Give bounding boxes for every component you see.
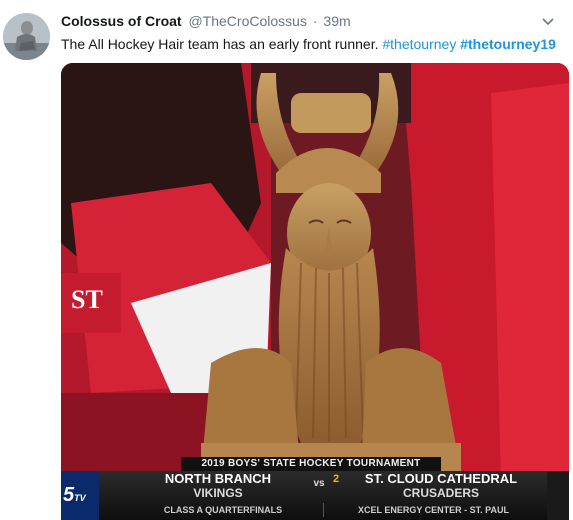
chevron-down-icon[interactable] (541, 15, 555, 29)
viking-carving-photo: ST (61, 63, 569, 520)
statue-avatar-image (3, 13, 50, 60)
tournament-round: CLASS A QUARTERFINALS (163, 505, 283, 515)
timestamp[interactable]: 39m (323, 13, 350, 29)
tweet-body: The All Hockey Hair team has an early fr… (61, 36, 379, 52)
avatar[interactable] (3, 13, 50, 60)
network-logo-suffix: TV (74, 493, 86, 503)
network-logo: 5TV (61, 471, 99, 520)
scoreboard-title: 2019 BOYS' STATE HOCKEY TOURNAMENT (181, 457, 441, 471)
tweet[interactable]: Colossus of Croat @TheCroColossus · 39m … (0, 0, 573, 520)
tweet-header: Colossus of Croat @TheCroColossus · 39m (61, 13, 563, 33)
tweet-media[interactable]: ST 2019 BOYS' STATE HOCKEY TOURNAMENT 5T… (61, 63, 569, 520)
hashtag-thetourney19-text: #thetourney19 (460, 36, 556, 52)
network-logo-number: 5 (63, 484, 75, 506)
tournament-venue: XCEL ENERGY CENTER - ST. PAUL (323, 503, 543, 517)
hashtag-thetourney19[interactable]: #thetourney19 (460, 36, 556, 52)
team2-mascot: CRUSADERS (402, 486, 479, 500)
hashtag-thetourney[interactable]: #thetourney (382, 36, 456, 52)
svg-text:ST: ST (71, 285, 103, 314)
tweet-text: The All Hockey Hair team has an early fr… (61, 35, 565, 53)
team1-mascot: VIKINGS (193, 486, 243, 500)
scoreboard-end-cap (547, 471, 569, 520)
author-handle[interactable]: @TheCroColossus (188, 13, 306, 29)
author-name[interactable]: Colossus of Croat (61, 13, 182, 29)
separator-dot: · (312, 13, 318, 29)
versus-label: vs (313, 478, 325, 489)
